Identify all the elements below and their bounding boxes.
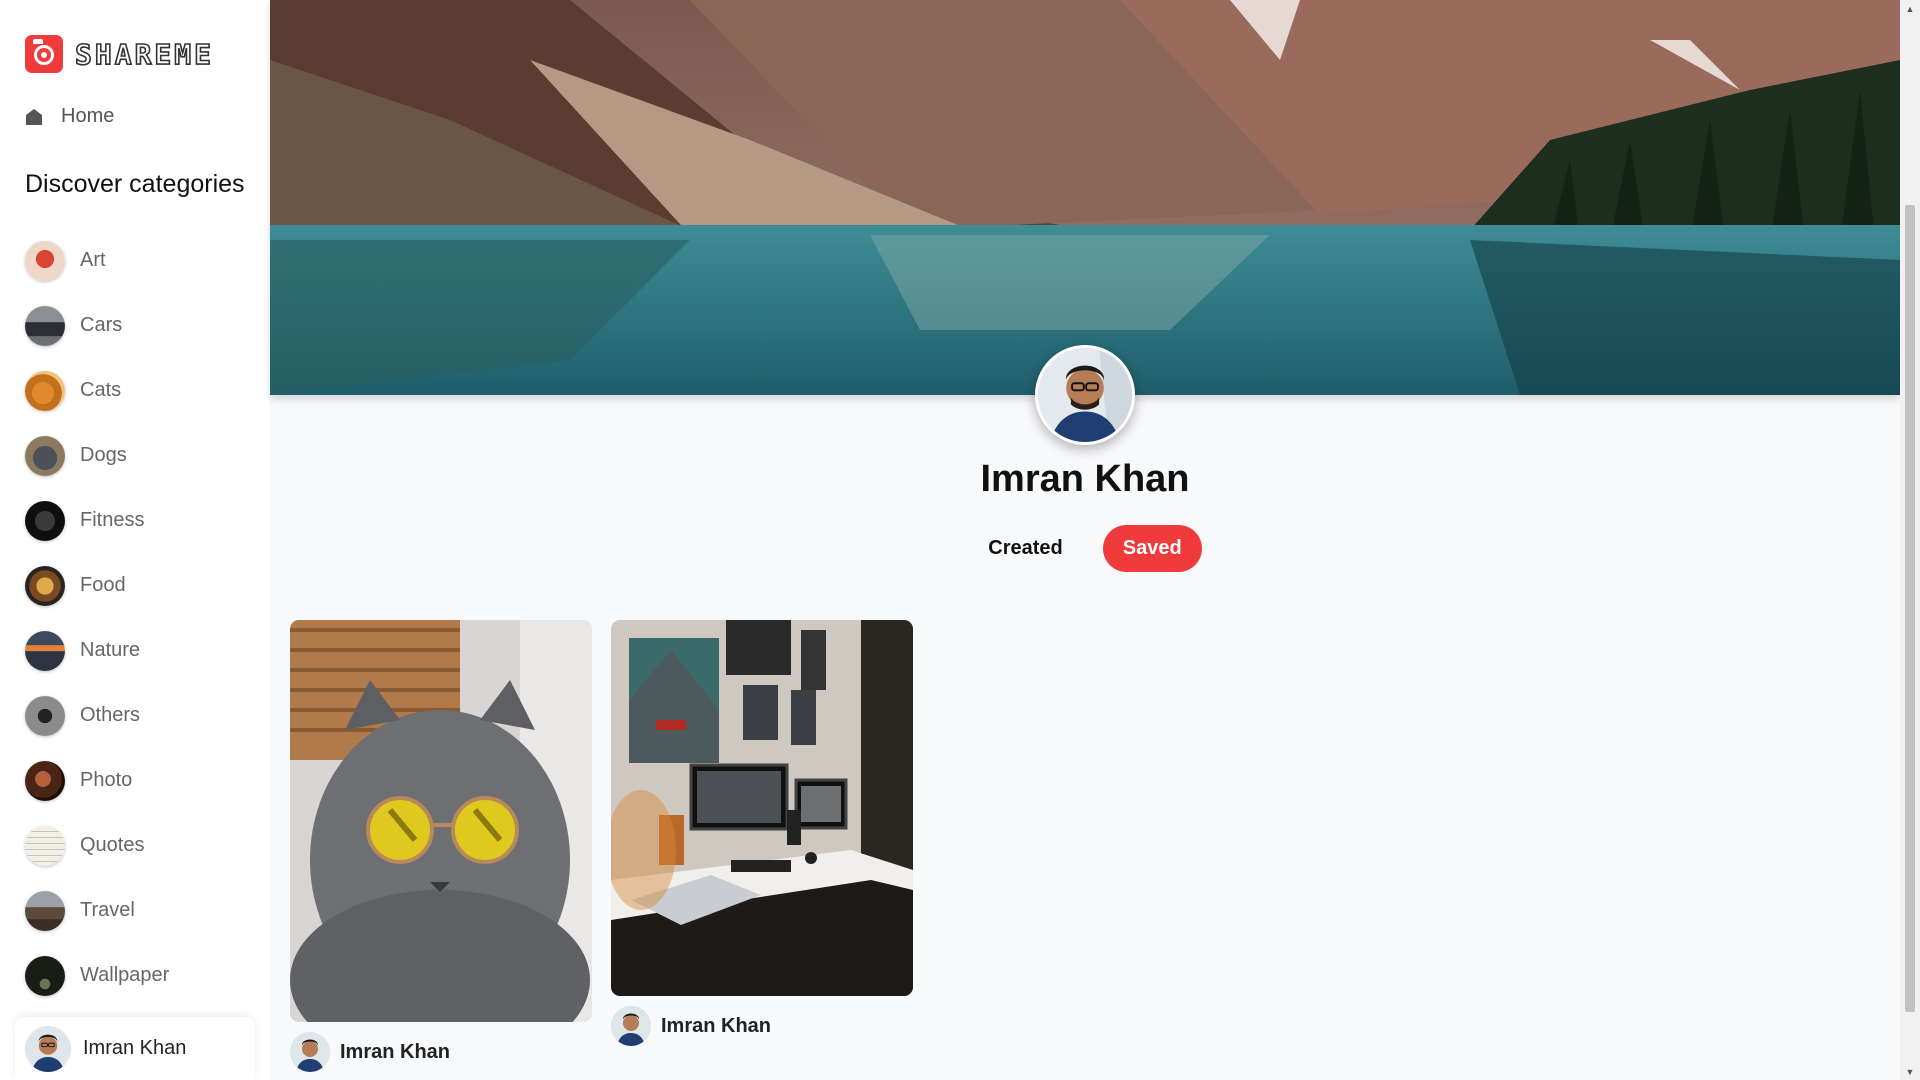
category-label: Quotes — [80, 834, 145, 856]
category-label: Fitness — [80, 509, 145, 531]
cats-thumbnail — [25, 370, 65, 411]
sidebar-item-home[interactable]: Home — [25, 105, 114, 128]
sidebar-item-fitness[interactable]: Fitness — [25, 488, 169, 553]
pin-image-desk-setup[interactable] — [611, 620, 913, 996]
photo-thumbnail — [25, 760, 65, 801]
sidebar-item-nature[interactable]: Nature — [25, 618, 169, 683]
author-name: Imran Khan — [661, 1014, 772, 1037]
sidebar-item-wallpaper[interactable]: Wallpaper — [25, 943, 169, 1008]
tab-created[interactable]: Created — [968, 525, 1082, 572]
quotes-thumbnail — [25, 825, 65, 866]
pin-author[interactable]: Imran Khan — [611, 1006, 913, 1046]
category-label: Travel — [80, 899, 135, 921]
art-thumbnail — [25, 240, 65, 281]
scroll-up-arrow-icon[interactable]: ▲ — [1900, 0, 1920, 17]
others-thumbnail — [25, 695, 65, 736]
scrollbar-thumb[interactable] — [1905, 205, 1915, 1012]
sidebar-item-food[interactable]: Food — [25, 553, 169, 618]
category-label: Photo — [80, 769, 133, 791]
sidebar-item-cars[interactable]: Cars — [25, 293, 169, 358]
sidebar-item-others[interactable]: Others — [25, 683, 169, 748]
food-thumbnail — [25, 565, 65, 606]
tab-saved[interactable]: Saved — [1102, 525, 1202, 572]
category-list: Art Cars Cats Dogs Fitness Food Nature O… — [25, 228, 169, 1008]
logo[interactable]: SHAREME — [25, 35, 214, 73]
profile-page: Imran Khan Created Saved Imran Khan Imra… — [270, 0, 1900, 1080]
sidebar-item-cats[interactable]: Cats — [25, 358, 169, 423]
profile-name: Imran Khan — [980, 458, 1190, 500]
author-avatar — [611, 1006, 651, 1046]
profile-avatar — [1035, 345, 1135, 445]
wallpaper-thumbnail — [25, 955, 65, 996]
sidebar: SHAREME Home Discover categories Art Car… — [0, 0, 270, 1080]
sidebar-item-quotes[interactable]: Quotes — [25, 813, 169, 878]
nature-thumbnail — [25, 630, 65, 671]
sidebar-item-art[interactable]: Art — [25, 228, 169, 293]
category-label: Others — [80, 704, 141, 726]
profile-tabs: Created Saved — [270, 525, 1900, 572]
category-label: Cars — [80, 314, 123, 336]
category-label: Food — [80, 574, 126, 596]
scroll-down-arrow-icon[interactable]: ▼ — [1900, 1063, 1920, 1080]
author-avatar — [290, 1032, 330, 1072]
user-name: Imran Khan — [83, 1037, 187, 1059]
camera-logo-icon — [25, 35, 63, 73]
home-label: Home — [61, 105, 115, 127]
pin-card[interactable]: Imran Khan — [290, 620, 592, 1072]
category-label: Wallpaper — [80, 964, 170, 986]
vertical-scrollbar[interactable]: ▲ ▼ — [1900, 0, 1920, 1080]
sidebar-item-photo[interactable]: Photo — [25, 748, 169, 813]
home-icon — [25, 108, 43, 126]
category-label: Dogs — [80, 444, 127, 466]
fitness-thumbnail — [25, 500, 65, 541]
author-name: Imran Khan — [340, 1040, 451, 1063]
pin-image-cat[interactable] — [290, 620, 592, 1022]
logo-text: SHAREME — [74, 37, 215, 72]
category-label: Art — [80, 249, 106, 271]
profile-banner — [270, 0, 1900, 395]
avatar — [25, 1025, 71, 1072]
sidebar-item-travel[interactable]: Travel — [25, 878, 169, 943]
travel-thumbnail — [25, 890, 65, 931]
sidebar-user-profile[interactable]: Imran Khan — [15, 1017, 255, 1080]
pin-author[interactable]: Imran Khan — [290, 1032, 592, 1072]
category-label: Cats — [80, 379, 122, 401]
pin-card[interactable]: Imran Khan — [611, 620, 913, 1046]
cars-thumbnail — [25, 305, 65, 346]
dogs-thumbnail — [25, 435, 65, 476]
discover-categories-heading: Discover categories — [25, 170, 245, 198]
category-label: Nature — [80, 639, 141, 661]
sidebar-item-dogs[interactable]: Dogs — [25, 423, 169, 488]
